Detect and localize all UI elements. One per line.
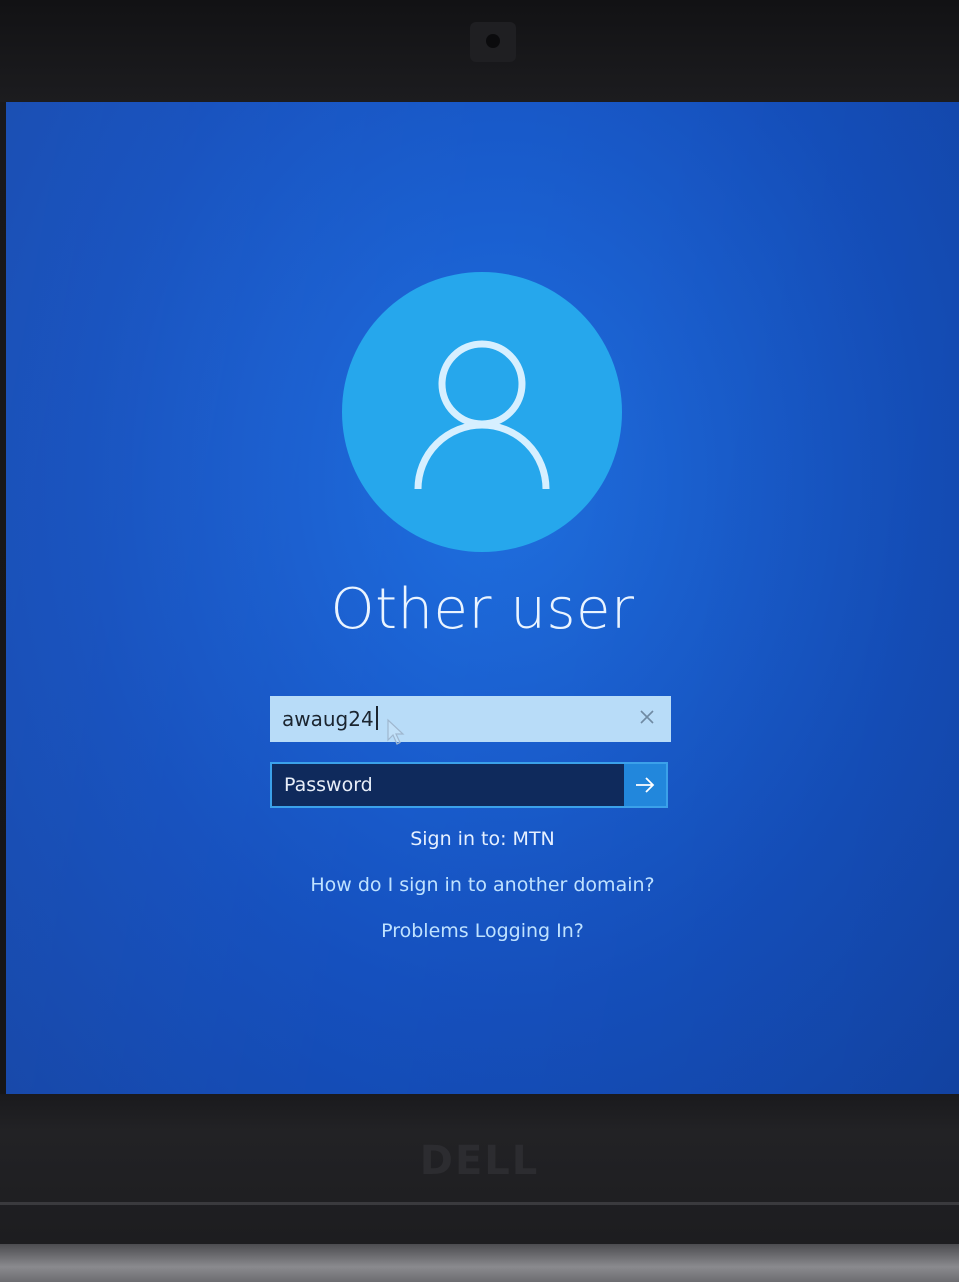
top-bezel — [0, 0, 959, 102]
problems-logging-in-link[interactable]: Problems Logging In? — [6, 920, 959, 942]
webcam — [470, 22, 516, 62]
text-caret — [375, 706, 378, 730]
other-domain-link[interactable]: How do I sign in to another domain? — [6, 874, 959, 896]
bottom-bezel: DELL — [0, 1094, 959, 1282]
close-icon[interactable] — [637, 707, 657, 727]
hinge-line — [0, 1202, 959, 1205]
username-value: awaug24 — [282, 707, 374, 731]
webcam-lens — [486, 34, 500, 48]
password-input[interactable] — [272, 764, 624, 806]
username-value-wrap: awaug24 — [282, 706, 378, 731]
laptop-frame: Other user awaug24 Sign in to: MTN How d… — [0, 0, 959, 1282]
brand-logo: DELL — [419, 1138, 540, 1184]
user-silhouette-icon — [414, 340, 550, 490]
lock-screen: Other user awaug24 Sign in to: MTN How d… — [6, 102, 959, 1094]
username-field[interactable]: awaug24 — [270, 696, 671, 742]
arrow-right-icon — [636, 777, 655, 793]
avatar — [342, 272, 622, 552]
laptop-base-edge — [0, 1244, 959, 1282]
submit-button[interactable] — [624, 764, 666, 806]
mouse-pointer-icon — [387, 718, 405, 745]
user-name: Other user — [330, 577, 635, 642]
sign-in-domain-text: Sign in to: MTN — [410, 828, 555, 850]
password-field-group — [270, 762, 668, 808]
